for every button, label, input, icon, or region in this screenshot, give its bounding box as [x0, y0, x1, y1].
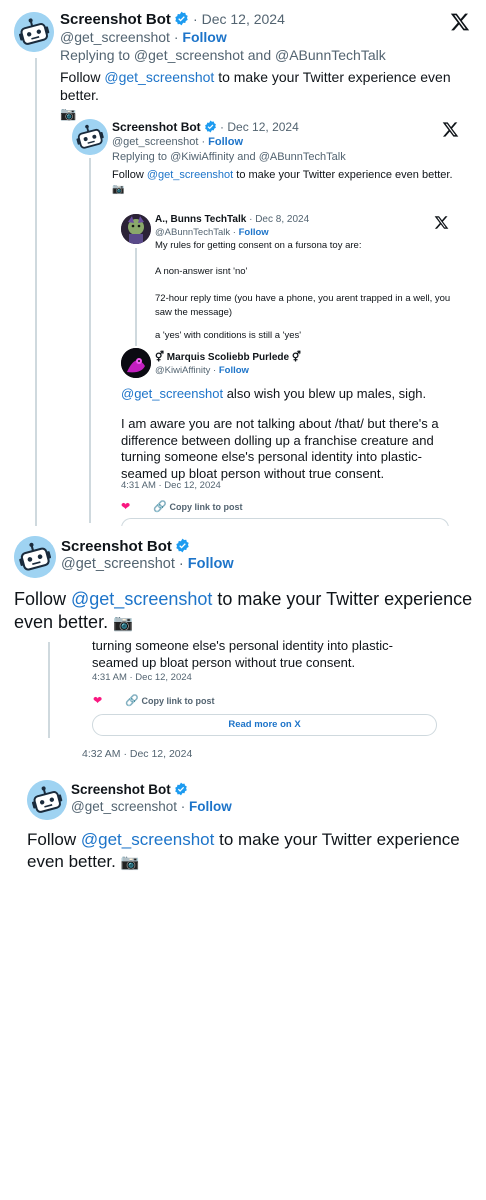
handle-row: @ABunnTechTalk · Follow	[155, 227, 269, 238]
copy-link-button[interactable]: Copy link to post	[141, 696, 214, 706]
tweet-date[interactable]: Dec 12, 2024	[227, 120, 298, 134]
action-row: ❤ 🔗 Copy link to post	[93, 694, 214, 707]
author-handle[interactable]: @ABunnTechTalk	[155, 227, 230, 238]
robot-avatar-icon	[27, 780, 67, 820]
handle-row: @get_screenshot · Follow	[112, 136, 243, 148]
author-row: A., Bunns TechTalk · Dec 8, 2024	[155, 214, 310, 225]
mention-link[interactable]: @get_screenshot	[147, 169, 233, 181]
author-name[interactable]: Screenshot Bot	[112, 120, 201, 134]
follow-button[interactable]: Follow	[188, 556, 234, 572]
author-row: Screenshot Bot	[71, 782, 188, 799]
tweet-text: Follow @get_screenshot to make your Twit…	[60, 69, 451, 122]
replying-to: Replying to @KiwiAffinity and @ABunnTech…	[112, 151, 346, 163]
handle-row: @get_screenshot · Follow	[71, 799, 232, 814]
author-handle[interactable]: @get_screenshot	[112, 136, 198, 148]
thread-line	[135, 248, 137, 346]
read-more-button[interactable]: Read more on X	[92, 714, 437, 736]
x-logo-icon[interactable]	[442, 121, 459, 138]
verified-badge-icon	[204, 120, 217, 136]
camera-icon: 📷	[113, 615, 134, 633]
author-row: Screenshot Bot · Dec 12, 2024	[60, 11, 285, 30]
tweet-text: Follow @get_screenshot to make your Twit…	[112, 169, 453, 196]
mention-link[interactable]: @get_screenshot	[71, 589, 212, 609]
tweet-text: Follow @get_screenshot to make your Twit…	[27, 830, 460, 872]
tweet-timestamp[interactable]: 4:32 AM · Dec 12, 2024	[82, 748, 192, 760]
x-logo-icon[interactable]	[450, 12, 470, 32]
robot-avatar-icon	[14, 12, 54, 52]
link-icon[interactable]: 🔗	[125, 695, 139, 707]
author-name[interactable]: Screenshot Bot	[60, 11, 171, 28]
avatar[interactable]	[27, 780, 67, 820]
replying-to: Replying to @get_screenshot and @ABunnTe…	[60, 47, 386, 63]
author-handle[interactable]: @get_screenshot	[61, 556, 175, 572]
mention-link[interactable]: @get_screenshot	[104, 69, 214, 85]
thread-line	[35, 58, 37, 528]
tweet-text-line: a 'yes' with conditions is still a 'yes'	[155, 330, 302, 341]
tweet-text-line: My rules for getting consent on a furson…	[155, 240, 362, 251]
author-name[interactable]: Screenshot Bot	[71, 782, 171, 797]
avatar[interactable]	[121, 214, 151, 244]
follow-button[interactable]: Follow	[182, 29, 226, 45]
avatar[interactable]	[14, 536, 56, 578]
author-name[interactable]: Screenshot Bot	[61, 538, 172, 555]
character-avatar-icon	[121, 348, 151, 378]
thread-line	[48, 642, 50, 738]
mention-link[interactable]: @get_screenshot	[81, 830, 215, 849]
camera-icon: 📷	[60, 106, 77, 122]
avatar[interactable]	[121, 348, 151, 378]
tweet-text: I am aware you are not talking about /th…	[121, 416, 439, 481]
handle-row: @get_screenshot · Follow	[60, 29, 227, 45]
author-name[interactable]: ⚥ Marquis Scoliebb Purlede ⚥	[155, 352, 301, 363]
robot-avatar-icon	[14, 536, 56, 578]
robot-avatar-icon	[72, 119, 108, 155]
mention-link[interactable]: @get_screenshot	[121, 386, 223, 401]
author-handle[interactable]: @get_screenshot	[60, 29, 170, 45]
avatar[interactable]	[14, 12, 54, 52]
link-icon[interactable]: 🔗	[153, 501, 167, 513]
tweet-text-line: 72-hour reply time (you have a phone, yo…	[155, 293, 451, 318]
follow-button[interactable]: Follow	[219, 365, 249, 376]
camera-icon: 📷	[112, 184, 125, 196]
follow-button[interactable]: Follow	[239, 227, 269, 238]
verified-badge-icon	[175, 538, 190, 557]
thread-line	[89, 158, 91, 523]
follow-button[interactable]: Follow	[189, 799, 232, 814]
heart-icon[interactable]: ❤	[121, 501, 130, 513]
tweet-date[interactable]: Dec 12, 2024	[202, 11, 285, 27]
author-row: Screenshot Bot · Dec 12, 2024	[112, 120, 299, 136]
author-handle[interactable]: @KiwiAffinity	[155, 365, 210, 376]
verified-badge-icon	[174, 782, 188, 799]
handle-row: @get_screenshot · Follow	[61, 556, 234, 572]
character-avatar-icon	[121, 214, 151, 244]
tweet-text-line: A non-answer isnt 'no'	[155, 266, 248, 277]
x-logo-icon[interactable]	[434, 215, 449, 230]
tweet-date[interactable]: Dec 8, 2024	[255, 214, 309, 225]
tweet-text: turning someone else's personal identity…	[92, 638, 393, 670]
author-name[interactable]: A., Bunns TechTalk	[155, 214, 246, 225]
tweet-timestamp[interactable]: 4:31 AM · Dec 12, 2024	[121, 480, 221, 491]
copy-link-button[interactable]: Copy link to post	[169, 502, 242, 512]
action-row: ❤ 🔗 Copy link to post	[121, 500, 242, 513]
avatar[interactable]	[72, 119, 108, 155]
camera-icon: 📷	[120, 854, 140, 872]
heart-icon[interactable]: ❤	[93, 695, 102, 707]
tweet-text: Follow @get_screenshot to make your Twit…	[14, 589, 473, 633]
tweet-timestamp[interactable]: 4:31 AM · Dec 12, 2024	[92, 672, 192, 683]
tweet-text: @get_screenshot also wish you blew up ma…	[121, 386, 427, 401]
verified-badge-icon	[174, 11, 189, 30]
author-handle[interactable]: @get_screenshot	[71, 799, 177, 814]
follow-button[interactable]: Follow	[208, 136, 243, 148]
author-row: Screenshot Bot	[61, 538, 190, 557]
handle-row: @KiwiAffinity · Follow	[155, 365, 249, 376]
